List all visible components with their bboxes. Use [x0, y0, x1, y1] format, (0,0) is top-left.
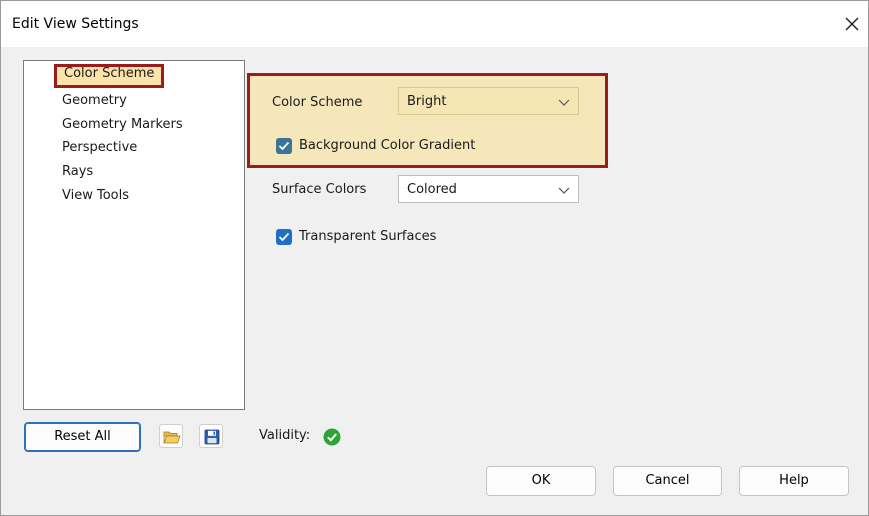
color-scheme-label: Color Scheme: [272, 95, 363, 110]
ok-button[interactable]: OK: [486, 466, 596, 496]
title-bar: Edit View Settings: [1, 1, 868, 47]
chevron-down-icon: [558, 187, 570, 194]
background-gradient-label: Background Color Gradient: [299, 138, 476, 153]
nav-item-label: View Tools: [62, 188, 130, 203]
transparent-surfaces-checkbox-row[interactable]: Transparent Surfaces: [276, 228, 496, 248]
reset-all-button[interactable]: Reset All: [24, 422, 141, 452]
save-icon: [204, 429, 220, 445]
folder-open-icon: [163, 431, 181, 444]
nav-item-label: Color Scheme: [64, 66, 155, 81]
settings-category-list: Color Scheme Geometry Geometry Markers P…: [23, 60, 245, 410]
transparent-surfaces-checkbox[interactable]: [276, 229, 292, 245]
background-gradient-checkbox-row[interactable]: Background Color Gradient: [276, 137, 536, 157]
validity-label: Validity:: [259, 428, 311, 443]
nav-item-label: Geometry: [62, 93, 127, 108]
close-button[interactable]: [839, 11, 865, 37]
surface-colors-select[interactable]: Colored: [398, 175, 579, 203]
nav-item-rays[interactable]: Rays: [62, 162, 93, 182]
surface-colors-label: Surface Colors: [272, 182, 367, 197]
nav-item-label: Perspective: [62, 140, 138, 155]
edit-view-settings-dialog: Edit View Settings Color Scheme Geometry…: [0, 0, 869, 516]
checkmark-circle-icon: [323, 428, 341, 446]
color-scheme-select[interactable]: Bright: [398, 87, 579, 115]
close-icon: [845, 17, 859, 31]
nav-item-label: Geometry Markers: [62, 117, 183, 132]
color-scheme-value: Bright: [407, 94, 447, 109]
checkmark-icon: [278, 232, 290, 242]
save-settings-button[interactable]: [199, 424, 223, 448]
open-settings-button[interactable]: [159, 424, 183, 448]
surface-colors-value: Colored: [407, 182, 457, 197]
nav-item-geometry-markers[interactable]: Geometry Markers: [62, 115, 183, 135]
window-title: Edit View Settings: [12, 16, 139, 32]
help-button[interactable]: Help: [739, 466, 849, 496]
nav-item-perspective[interactable]: Perspective: [62, 138, 137, 158]
transparent-surfaces-label: Transparent Surfaces: [299, 229, 437, 244]
nav-item-view-tools[interactable]: View Tools: [62, 186, 129, 206]
nav-item-color-scheme[interactable]: Color Scheme: [54, 64, 165, 88]
checkmark-icon: [278, 141, 290, 151]
cancel-button[interactable]: Cancel: [613, 466, 722, 496]
nav-item-label: Rays: [62, 164, 94, 179]
background-gradient-checkbox[interactable]: [276, 138, 292, 154]
chevron-down-icon: [558, 99, 570, 106]
nav-item-geometry[interactable]: Geometry: [62, 91, 127, 111]
